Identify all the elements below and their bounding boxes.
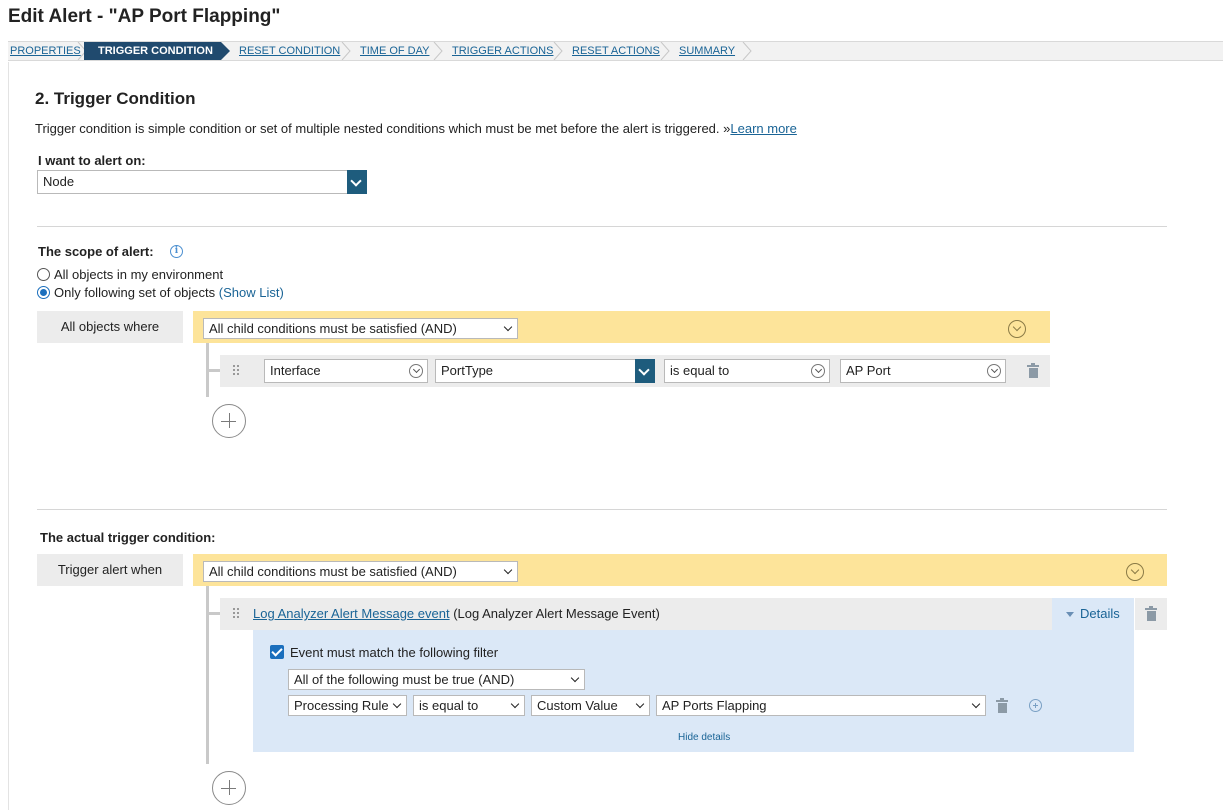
divider: [37, 226, 1167, 227]
scope-group-bar: All child conditions must be satisfied (…: [193, 311, 1050, 343]
condition-field-select[interactable]: PortType: [435, 359, 655, 383]
section-description: Trigger condition is simple condition or…: [35, 121, 797, 136]
event-link[interactable]: Log Analyzer Alert Message event: [253, 606, 450, 621]
add-condition-icon[interactable]: [212, 771, 246, 805]
chevron-down-icon: [971, 699, 981, 709]
chevron-down-icon: [510, 699, 520, 709]
scope-label: The scope of alert:: [38, 244, 154, 259]
condition-operator-value: is equal to: [670, 363, 730, 378]
step-time-of-day[interactable]: TIME OF DAY: [360, 42, 429, 60]
rule-operator-select[interactable]: is equal to: [413, 695, 525, 716]
add-condition-icon[interactable]: [212, 404, 246, 438]
chevron-down-icon: [392, 699, 402, 709]
scope-option-all-label: All objects in my environment: [54, 267, 224, 282]
divider: [37, 509, 1167, 510]
scope-option-all[interactable]: All objects in my environment: [37, 267, 223, 282]
add-rule-icon[interactable]: [1029, 699, 1042, 712]
filter-operator-select[interactable]: All of the following must be true (AND): [288, 669, 585, 690]
event-title: Log Analyzer Alert Message event (Log An…: [253, 606, 660, 621]
alert-on-value: Node: [43, 174, 75, 189]
scope-option-following[interactable]: Only following set of objects (Show List…: [37, 285, 284, 300]
step-separator-icon: [433, 42, 443, 60]
chevron-down-icon: [503, 322, 513, 332]
rule-value-type-value: Custom Value: [537, 698, 618, 713]
step-trigger-condition[interactable]: TRIGGER CONDITION: [84, 42, 230, 60]
collapse-toggle-icon[interactable]: [1126, 563, 1144, 581]
scope-group-operator-select[interactable]: All child conditions must be satisfied (…: [203, 318, 518, 339]
filter-operator-value: All of the following must be true (AND): [294, 672, 515, 687]
collapse-toggle-icon[interactable]: [1008, 320, 1026, 338]
radio-all-objects[interactable]: [37, 268, 50, 281]
chevron-down-icon: [811, 364, 825, 378]
event-details-panel: Event must match the following filter Al…: [253, 630, 1134, 752]
condition-object-value: Interface: [270, 363, 321, 378]
event-condition-row: Log Analyzer Alert Message event (Log An…: [220, 598, 1052, 630]
details-label: Details: [1080, 606, 1120, 621]
rule-value-type-select[interactable]: Custom Value: [531, 695, 650, 716]
event-suffix: (Log Analyzer Alert Message Event): [453, 606, 660, 621]
rule-field-select[interactable]: Processing Rule: [288, 695, 407, 716]
condition-object-select[interactable]: Interface: [264, 359, 428, 383]
alert-on-select[interactable]: Node: [37, 170, 367, 194]
rule-field-value: Processing Rule: [294, 698, 389, 713]
rule-value-select[interactable]: AP Ports Flapping: [656, 695, 986, 716]
wizard-steps: PROPERTIES TRIGGER CONDITION RESET CONDI…: [8, 41, 1223, 61]
description-text: Trigger condition is simple condition or…: [35, 121, 731, 136]
tree-connector: [206, 369, 220, 372]
content-border: [8, 62, 9, 810]
radio-following-objects[interactable]: [37, 286, 50, 299]
info-icon[interactable]: i: [170, 245, 183, 258]
event-delete-box: [1135, 598, 1167, 630]
trigger-label: The actual trigger condition:: [40, 530, 216, 545]
chevron-down-icon: [570, 673, 580, 683]
step-separator-icon: [341, 42, 351, 60]
caret-down-icon: [1066, 612, 1074, 617]
chevron-down-icon: [409, 364, 423, 378]
condition-value-select[interactable]: AP Port: [840, 359, 1006, 383]
rule-value-value: AP Ports Flapping: [662, 698, 767, 713]
step-separator-icon: [660, 42, 670, 60]
trigger-group-operator-select[interactable]: All child conditions must be satisfied (…: [203, 561, 518, 582]
step-separator-icon: [742, 42, 752, 60]
filter-checkbox-label: Event must match the following filter: [290, 645, 499, 660]
hide-details-link[interactable]: Hide details: [678, 732, 730, 743]
delete-icon[interactable]: [996, 698, 1008, 713]
condition-field-value: PortType: [441, 363, 494, 378]
page-title: Edit Alert - "AP Port Flapping": [8, 6, 281, 27]
drag-handle-icon[interactable]: [233, 608, 241, 620]
drag-handle-icon[interactable]: [233, 365, 241, 377]
trigger-group-operator-value: All child conditions must be satisfied (…: [209, 564, 457, 579]
chevron-down-icon: [503, 565, 513, 575]
condition-value-value: AP Port: [846, 363, 891, 378]
scope-condition-row: Interface PortType is equal to AP Port: [220, 355, 1050, 387]
rule-operator-value: is equal to: [419, 698, 479, 713]
step-properties[interactable]: PROPERTIES: [10, 42, 81, 60]
show-list-link[interactable]: (Show List): [219, 285, 284, 300]
step-separator-icon: [553, 42, 563, 60]
delete-icon[interactable]: [1145, 606, 1157, 621]
scope-group-operator-value: All child conditions must be satisfied (…: [209, 321, 457, 336]
delete-icon[interactable]: [1027, 363, 1039, 378]
learn-more-link[interactable]: Learn more: [730, 121, 796, 136]
tree-connector: [206, 612, 220, 615]
scope-group-label: All objects where: [37, 311, 183, 343]
step-reset-condition[interactable]: RESET CONDITION: [239, 42, 340, 60]
step-summary[interactable]: SUMMARY: [679, 42, 735, 60]
chevron-down-icon[interactable]: [347, 170, 367, 194]
scope-option-following-label: Only following set of objects: [54, 285, 216, 300]
condition-operator-select[interactable]: is equal to: [664, 359, 830, 383]
alert-on-label: I want to alert on:: [38, 153, 146, 168]
chevron-down-icon: [987, 364, 1001, 378]
filter-checkbox[interactable]: [270, 645, 284, 659]
trigger-group-label: Trigger alert when: [37, 554, 183, 586]
trigger-group-bar: All child conditions must be satisfied (…: [193, 554, 1167, 586]
step-reset-actions[interactable]: RESET ACTIONS: [572, 42, 660, 60]
section-heading: 2. Trigger Condition: [35, 89, 196, 108]
chevron-down-icon: [635, 699, 645, 709]
details-toggle[interactable]: Details: [1052, 598, 1134, 630]
step-trigger-actions[interactable]: TRIGGER ACTIONS: [452, 42, 553, 60]
chevron-down-icon[interactable]: [635, 359, 655, 383]
